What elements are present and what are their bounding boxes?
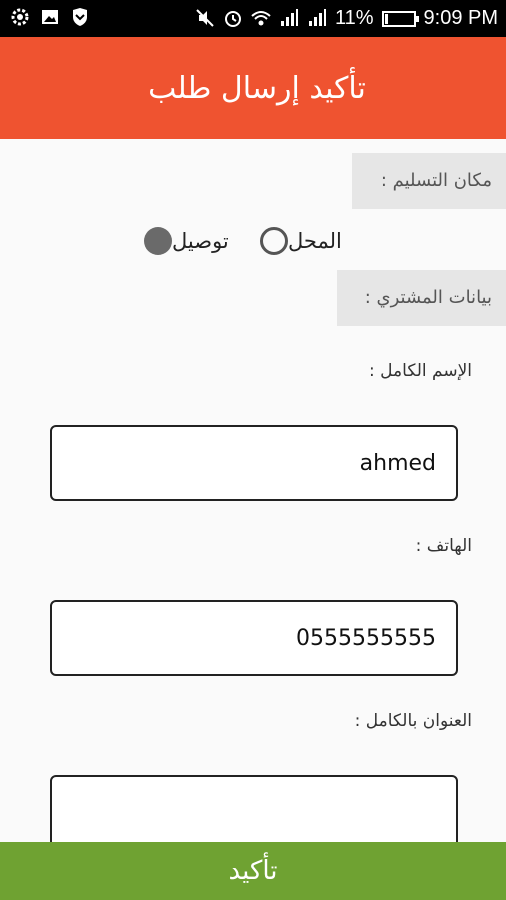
full-name-input[interactable] xyxy=(50,425,458,501)
confirm-button-label: تأكيد xyxy=(228,856,278,886)
gear-icon xyxy=(10,6,30,28)
radio-unchecked-icon[interactable] xyxy=(260,227,288,255)
clock: 9:09 PM xyxy=(423,7,498,29)
signal-icon xyxy=(307,7,327,29)
app-bar: تأكيد إرسال طلب xyxy=(0,37,506,139)
signal-icon xyxy=(279,7,299,29)
battery-percent: 11% xyxy=(334,7,374,29)
radio-store-label: المحل xyxy=(288,229,342,253)
radio-checked-icon[interactable] xyxy=(144,227,172,255)
radio-store[interactable]: المحل xyxy=(254,227,342,255)
mute-icon xyxy=(195,7,215,29)
page-title: تأكيد إرسال طلب xyxy=(148,70,366,106)
radio-delivery-label: توصيل xyxy=(172,229,229,253)
image-icon xyxy=(40,6,60,28)
delivery-options: المحل توصيل xyxy=(0,223,506,259)
delivery-section-header: مكان التسليم : xyxy=(352,153,506,209)
address-label: العنوان بالكامل : xyxy=(354,711,472,731)
phone-label: الهاتف : xyxy=(415,536,472,556)
status-bar: 11% 9:09 PM xyxy=(0,0,506,37)
battery-level xyxy=(384,13,388,24)
address-input[interactable] xyxy=(50,775,458,842)
buyer-section-header: بيانات المشتري : xyxy=(337,270,506,326)
shield-icon xyxy=(70,6,90,28)
confirm-button[interactable]: تأكيد xyxy=(0,842,506,900)
alarm-icon xyxy=(223,7,243,29)
wifi-icon xyxy=(251,7,271,29)
radio-delivery[interactable]: توصيل xyxy=(136,227,229,255)
full-name-label: الإسم الكامل : xyxy=(369,361,472,381)
phone-input[interactable] xyxy=(50,600,458,676)
battery-icon xyxy=(381,10,419,27)
order-form: مكان التسليم : المحل توصيل بيانات المشتر… xyxy=(0,139,506,842)
